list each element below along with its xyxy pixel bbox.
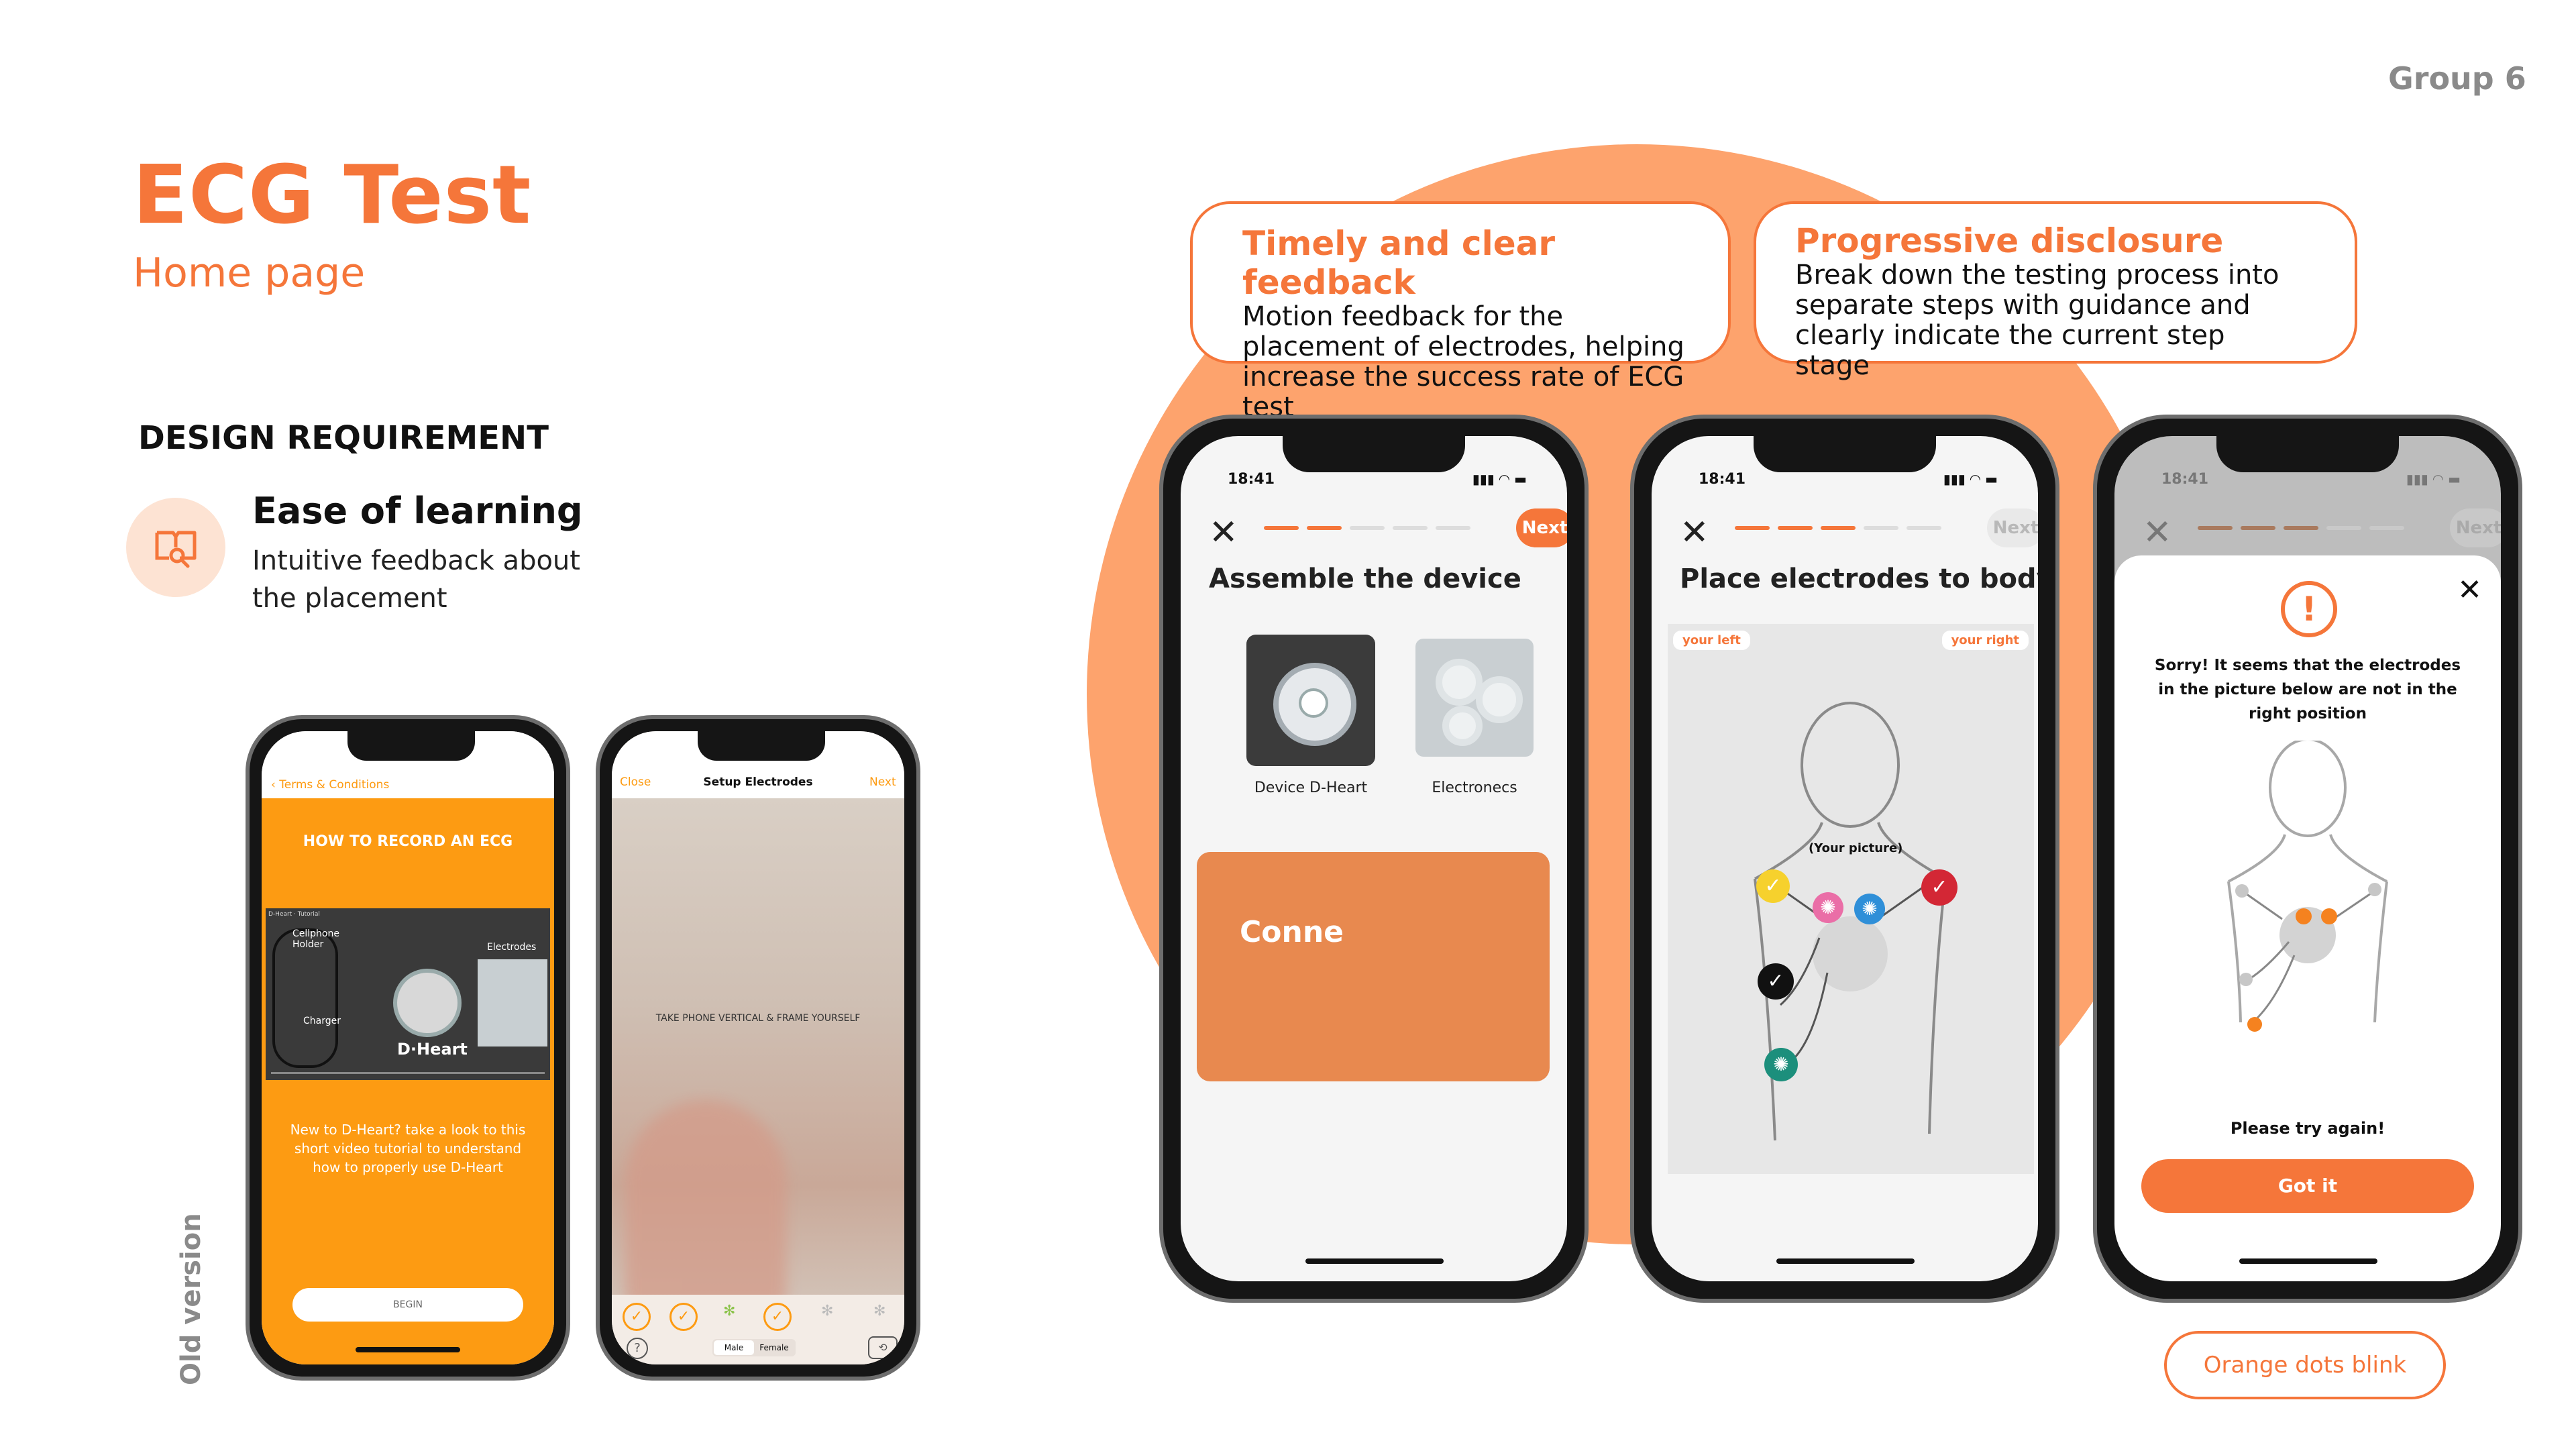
callout-description: Break down the testing process into sepa…	[1795, 260, 2279, 381]
orange-dot	[2247, 1017, 2262, 1032]
loading-icon: ✺	[1764, 1048, 1798, 1081]
begin-button[interactable]: BEGIN	[292, 1288, 523, 1322]
status-time: 18:41	[1699, 471, 1746, 488]
old-phone-screen: ‹ Terms & Conditions HOW TO RECORD AN EC…	[262, 731, 554, 1364]
old-phone-setup-electrodes: Close Setup Electrodes Next TAKE PHONE V…	[596, 715, 920, 1381]
electrodes-image	[478, 959, 547, 1046]
wifi-icon: ◠	[2432, 471, 2444, 487]
next-button[interactable]: Next	[1987, 508, 2038, 547]
battery-icon: ▬	[1985, 471, 1998, 487]
status-icons: ▮▮▮ ◠ ▬	[1943, 471, 1998, 487]
phone-screen: 18:41 ▮▮▮ ◠ ▬ ✕ Next ✕ ! Sorry! It seems…	[2114, 436, 2501, 1281]
chevron-left-icon: ‹	[271, 778, 280, 792]
tutorial-panel	[262, 798, 554, 1364]
next-button[interactable]: Next	[1516, 508, 1567, 547]
tutorial-body: New to D-Heart? take a look to this shor…	[290, 1122, 526, 1175]
battery-icon: ▬	[2448, 471, 2461, 487]
tab-male[interactable]: Male	[714, 1340, 754, 1355]
book-search-icon	[126, 498, 225, 597]
status-icons: ▮▮▮ ◠ ▬	[2406, 471, 2461, 487]
design-requirement-heading: DESIGN REQUIREMENT	[138, 419, 549, 457]
phone-place-electrodes: 18:41 ▮▮▮ ◠ ▬ ✕ Next Place electrodes to…	[1630, 415, 2059, 1303]
check-icon[interactable]: ✓	[1756, 869, 1790, 903]
battery-icon: ▬	[1514, 471, 1527, 487]
next-link[interactable]: Next	[869, 775, 896, 789]
group-label: Group 6	[2388, 60, 2526, 97]
old-phone-tutorial: ‹ Terms & Conditions HOW TO RECORD AN EC…	[246, 715, 570, 1381]
check-icon[interactable]: ✓	[1758, 963, 1794, 1000]
got-it-button[interactable]: Got it	[2141, 1159, 2474, 1213]
warning-icon: !	[2281, 581, 2337, 637]
step-progress	[1735, 526, 1949, 539]
item-label: Electronecs	[1432, 780, 1517, 796]
screen-title: Assemble the device	[1209, 564, 1521, 594]
signal-icon: ▮▮▮	[1472, 471, 1495, 487]
requirement-description: Intuitive feedback about the placement	[252, 545, 580, 614]
callout-description: Motion feedback for the placement of ele…	[1242, 301, 1684, 423]
check-circle-icon[interactable]: ✓	[763, 1303, 792, 1331]
check-circle-icon[interactable]: ✓	[623, 1303, 651, 1331]
electrodes-image[interactable]	[1415, 639, 1534, 757]
status-time: 18:41	[1228, 471, 1275, 488]
orange-dots-blink-label: Orange dots blink	[2164, 1331, 2446, 1399]
phone-placement-error: 18:41 ▮▮▮ ◠ ▬ ✕ Next ✕ ! Sorry! It seems…	[2093, 415, 2522, 1303]
gender-toggle[interactable]: Male Female	[712, 1339, 796, 1356]
tutorial-video[interactable]: D-Heart · Tutorial Cellphone Holder Char…	[266, 908, 550, 1080]
callout-title: Progressive disclosure	[1795, 221, 2224, 260]
requirement-title: Ease of learning	[252, 490, 583, 532]
loading-icon: ✺	[1854, 894, 1885, 924]
loading-icon: ✻	[723, 1303, 736, 1320]
orange-dot	[2321, 908, 2337, 924]
signal-icon: ▮▮▮	[2406, 471, 2428, 487]
callout-feedback: Timely and clear feedback Motion feedbac…	[1190, 201, 1731, 423]
loading-icon: ✺	[1813, 892, 1843, 923]
error-modal: ✕ ! Sorry! It seems that the electrodes …	[2114, 555, 2501, 1281]
device-d-heart-image[interactable]	[1246, 635, 1375, 766]
error-message: Sorry! It seems that the electrodes in t…	[2154, 657, 2461, 722]
modal-close-icon[interactable]: ✕	[2457, 576, 2482, 605]
page-subtitle: Home page	[133, 250, 366, 297]
page-title: ECG Test	[133, 149, 532, 242]
callout-title: Timely and clear feedback	[1242, 224, 1556, 302]
your-picture-label: (Your picture)	[1809, 841, 1903, 855]
status-time: 18:41	[2161, 471, 2209, 488]
check-circle-icon[interactable]: ✓	[669, 1303, 698, 1331]
check-icon[interactable]: ✓	[1921, 869, 1957, 906]
close-icon[interactable]: ✕	[2143, 515, 2172, 550]
screen-title: Place electrodes to body	[1680, 564, 2038, 594]
old-version-label: Old version	[176, 1213, 207, 1385]
step-progress	[1264, 526, 1479, 539]
device-image	[393, 969, 462, 1037]
connect-card-text: Conne	[1240, 915, 1344, 949]
item-label: Device D-Heart	[1254, 780, 1368, 796]
status-icons: ▮▮▮ ◠ ▬	[1472, 471, 1527, 487]
close-icon[interactable]: ✕	[1680, 515, 1709, 550]
setup-title: Setup Electrodes	[703, 775, 813, 789]
callout-progressive: Progressive disclosure Break down the te…	[1754, 201, 2357, 381]
loading-icon: ✻	[873, 1303, 886, 1320]
wifi-icon: ◠	[1499, 471, 1510, 487]
close-icon[interactable]: ✕	[1209, 515, 1238, 550]
next-button[interactable]: Next	[2450, 508, 2501, 547]
back-link[interactable]: ‹ Terms & Conditions	[271, 778, 389, 792]
camera-switch-icon[interactable]: ⟲	[868, 1336, 898, 1359]
old-phone-screen: Close Setup Electrodes Next TAKE PHONE V…	[612, 731, 904, 1364]
body-diagram-panel: your left your right (Your picture) ✓ ✓ …	[1668, 624, 2034, 1174]
tab-female[interactable]: Female	[754, 1340, 794, 1355]
phone-screen: 18:41 ▮▮▮ ◠ ▬ ✕ Next Place electrodes to…	[1652, 436, 2038, 1281]
connect-card[interactable]: Conne	[1197, 852, 1550, 1081]
frame-instruction: TAKE PHONE VERTICAL & FRAME YOURSELF	[655, 1013, 861, 1024]
phone-screen: 18:41 ▮▮▮ ◠ ▬ ✕ Next Assemble the device…	[1181, 436, 1567, 1281]
wifi-icon: ◠	[1970, 471, 1981, 487]
body-outline	[2227, 741, 2388, 1022]
tutorial-heading: HOW TO RECORD AN ECG	[303, 833, 513, 850]
body-outline	[1754, 702, 1947, 1141]
help-icon[interactable]: ?	[627, 1338, 648, 1359]
retry-text: Please try again!	[2230, 1119, 2385, 1138]
step-progress	[2198, 526, 2412, 539]
phone-assemble-device: 18:41 ▮▮▮ ◠ ▬ ✕ Next Assemble the device…	[1159, 415, 1589, 1303]
signal-icon: ▮▮▮	[1943, 471, 1966, 487]
loading-icon: ✻	[821, 1303, 834, 1320]
orange-dot	[2296, 908, 2312, 924]
